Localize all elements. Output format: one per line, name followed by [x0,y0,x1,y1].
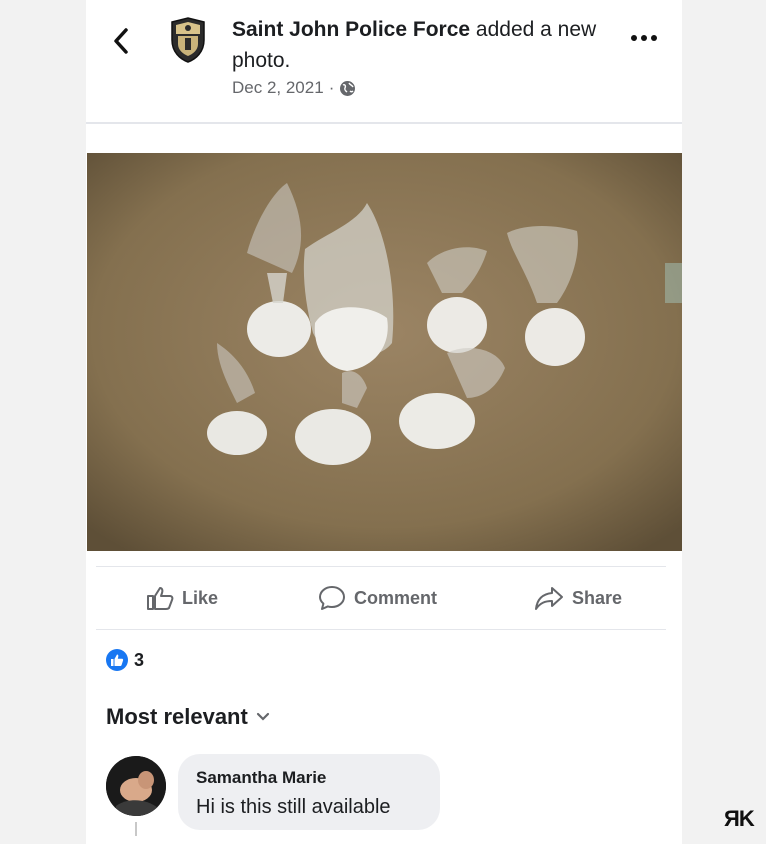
share-label: Share [572,587,623,608]
more-options-button[interactable] [628,26,660,50]
reaction-summary[interactable]: 3 [106,649,144,671]
page-name[interactable]: Saint John Police Force [232,18,470,41]
back-button[interactable] [108,24,134,58]
post-date[interactable]: Dec 2, 2021 [232,78,324,98]
ellipsis-icon [631,35,657,41]
comment-label: Comment [354,587,438,608]
chevron-left-icon [114,28,128,54]
post-title: Saint John Police Force added a new phot… [232,14,602,76]
comment-bubble[interactable]: Samantha Marie Hi is this still availabl… [178,754,440,830]
like-button[interactable]: Like [146,581,218,615]
comment-text: Hi is this still available [196,796,391,818]
thumbs-up-icon [147,587,174,610]
sort-label: Most relevant [106,704,248,729]
reaction-count: 3 [134,649,145,670]
comment-button[interactable]: Comment [318,581,437,615]
page-avatar[interactable] [166,16,210,64]
photo-bags-image [87,153,682,551]
like-badge-icon [106,649,128,671]
comment-thread-line [135,822,137,836]
comment-author[interactable]: Samantha Marie [196,768,326,788]
commenter-avatar[interactable] [106,756,166,816]
post-action-bar: Like Comment Share [96,566,666,630]
share-button[interactable]: Share [534,581,622,615]
user-photo-icon [106,756,166,816]
share-icon [535,587,563,610]
comment-sort-dropdown[interactable]: Most relevant [106,704,270,730]
watermark: ЯK [724,806,755,831]
globe-icon [340,80,356,96]
post-photo[interactable] [87,153,682,551]
chevron-down-icon [256,712,269,721]
comment-icon [319,586,345,610]
police-badge-icon [171,17,205,63]
like-label: Like [182,587,219,608]
post-meta: Dec 2, 2021 · [232,78,356,98]
meta-separator: · [328,78,335,97]
